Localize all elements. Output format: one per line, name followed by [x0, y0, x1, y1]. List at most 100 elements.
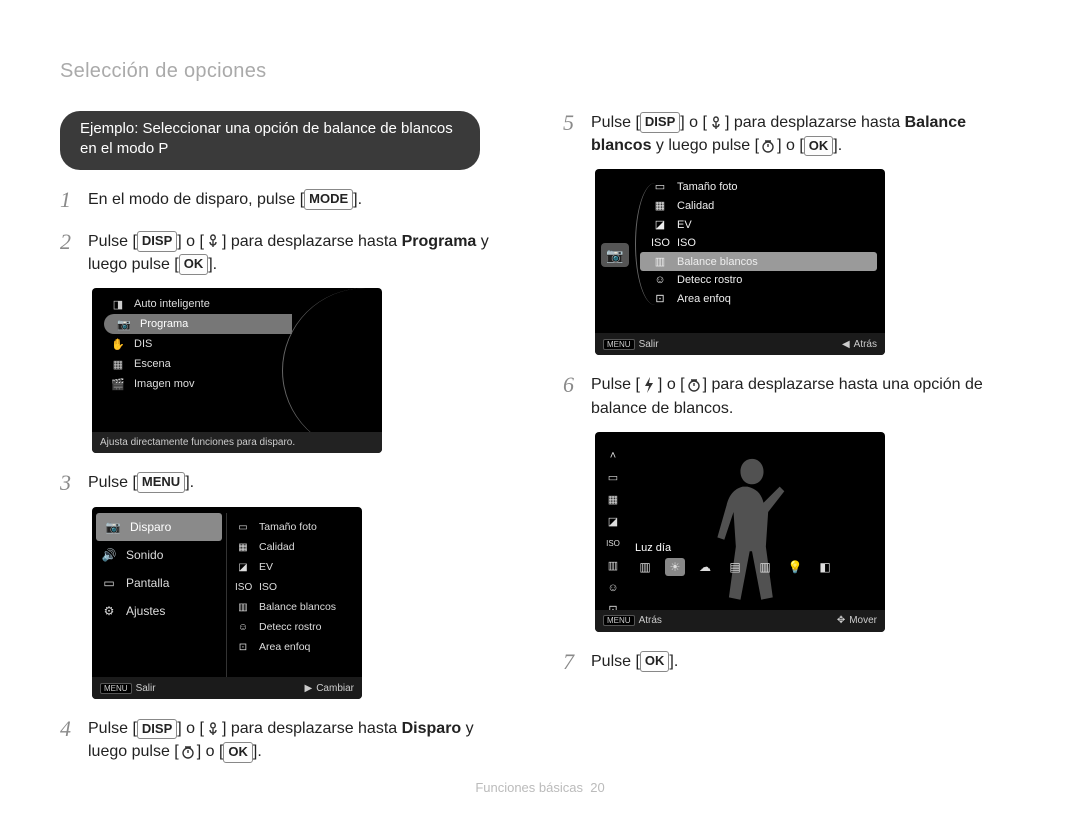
face-icon: ☺ — [235, 622, 251, 633]
label: Ajustes — [126, 604, 165, 618]
sound-icon: 🔊 — [100, 547, 118, 563]
label: Tamaño foto — [677, 181, 738, 193]
status-exit: MENUSalir — [100, 683, 156, 694]
menu-right-item: ☺ Detecc rostro — [227, 617, 362, 637]
timer-icon — [685, 377, 703, 393]
submenu-screen: 📷 ▭Tamaño foto ▦Calidad ◪EV ISOISO ▥Bala… — [595, 169, 885, 355]
step-number: 3 — [60, 471, 88, 495]
menu-key-icon: MENU — [603, 339, 635, 350]
status-exit: MENU Salir — [603, 339, 659, 350]
focus-icon: ⊡ — [235, 642, 251, 653]
menu-left-ajustes: ⚙Ajustes — [92, 597, 226, 625]
label: Detecc rostro — [677, 274, 742, 286]
face-icon: ☺ — [603, 580, 623, 596]
label: Auto inteligente — [134, 298, 210, 310]
label: EV — [259, 561, 273, 573]
size-icon: ▭ — [603, 470, 623, 486]
disp-button-label: DISP — [137, 231, 177, 252]
ev-icon: ◪ — [603, 514, 623, 530]
macro-icon — [707, 115, 725, 131]
page-title: Selección de opciones — [60, 60, 1020, 83]
text: Pulse [ — [591, 653, 640, 670]
text: y luego pulse [ — [651, 137, 759, 154]
ev-icon: ◪ — [235, 562, 251, 573]
camera-icon: 📷 — [104, 519, 122, 535]
menu-right-item: ◪ EV — [227, 557, 362, 577]
label: Area enfoq — [259, 641, 310, 653]
label: Pantalla — [126, 576, 169, 590]
status-back: MENUAtrás — [603, 615, 662, 626]
label: Detecc rostro — [259, 621, 321, 633]
step-target: Programa — [402, 233, 477, 250]
step-6: 6 Pulse [] o [] para desplazarse hasta u… — [563, 373, 1020, 419]
label: Atrás — [854, 339, 877, 350]
submenu-item: ▭Tamaño foto — [643, 177, 885, 196]
label: Area enfoq — [677, 293, 731, 305]
label: Salir — [639, 339, 659, 350]
camera-icon: 📷 — [601, 243, 629, 267]
step-number: 1 — [60, 188, 88, 212]
label: DIS — [134, 338, 152, 350]
label: Calidad — [259, 541, 295, 553]
label: Salir — [136, 683, 156, 694]
ok-button-label: OK — [640, 651, 670, 672]
macro-icon — [204, 233, 222, 249]
label: Mover — [849, 615, 877, 626]
step-number: 2 — [60, 230, 88, 254]
text: Pulse [ — [88, 233, 137, 250]
flash-icon — [640, 377, 658, 393]
ok-button-label: OK — [179, 254, 209, 275]
quality-icon: ▦ — [603, 492, 623, 508]
text: ]. — [833, 137, 842, 154]
wb-daylight-icon: ☀ — [665, 558, 685, 576]
wb-screen: ˄ ▭ ▦ ◪ ISO ▥ ☺ ⊡ ˅ Luz día ▥ ☀ ☁ ▤ ▥ — [595, 432, 885, 632]
wb-tungsten-icon: 💡 — [785, 558, 805, 576]
wb-icon: ▥ — [603, 558, 623, 574]
menu-right-item: ▥Balance blancos — [227, 597, 362, 617]
label: Calidad — [677, 200, 714, 212]
menu-right-item: ▦ Calidad — [227, 537, 362, 557]
text: ] para desplazarse hasta — [725, 114, 905, 131]
ok-button-label: OK — [804, 136, 834, 157]
label: Atrás — [639, 615, 662, 626]
step-1: 1 En el modo de disparo, pulse [MODE]. — [60, 188, 517, 212]
status-back: ◀ Atrás — [842, 339, 877, 350]
wb-selected-label: Luz día — [635, 542, 671, 554]
scene-icon: ▦ — [110, 357, 126, 371]
footer-section: Funciones básicas — [475, 780, 583, 795]
wb-fluoresc-h-icon: ▤ — [725, 558, 745, 576]
menu-left-disparo: 📷Disparo — [96, 513, 222, 541]
example-pill: Ejemplo: Seleccionar una opción de balan… — [60, 111, 480, 170]
mode-button-label: MODE — [304, 189, 353, 210]
step-3: 3 Pulse [MENU]. — [60, 471, 517, 495]
size-icon: ▭ — [235, 522, 251, 533]
label: Balance blancos — [259, 601, 336, 613]
ok-button-label: OK — [223, 742, 253, 763]
step-number: 5 — [563, 111, 591, 135]
mode-help-text: Ajusta directamente funciones para dispa… — [92, 432, 382, 453]
left-arrow-icon: ◀ — [842, 339, 850, 350]
step-number: 6 — [563, 373, 591, 397]
display-icon: ▭ — [100, 575, 118, 591]
label: ISO — [259, 581, 277, 593]
step-2: 2 Pulse [DISP] o [] para desplazarse has… — [60, 230, 517, 276]
status-change: ▶Cambiar — [305, 683, 355, 694]
wb-cloudy-icon: ☁ — [695, 558, 715, 576]
step-4: 4 Pulse [DISP] o [] para desplazarse has… — [60, 717, 517, 763]
iso-icon: ISO — [603, 536, 623, 552]
label: Escena — [134, 358, 171, 370]
label: EV — [677, 219, 692, 231]
camera-icon: 📷 — [116, 317, 132, 331]
menu-right-item: ISOISO — [227, 577, 362, 597]
wb-auto-icon: ▥ — [635, 558, 655, 576]
text: ] o [ — [680, 114, 707, 131]
label: Tamaño foto — [259, 521, 317, 533]
quality-icon: ▦ — [235, 542, 251, 553]
step-number: 7 — [563, 650, 591, 674]
timer-icon — [179, 744, 197, 760]
right-arrow-icon: ▶ — [305, 683, 313, 694]
submenu-item: ☺Detecc rostro — [643, 271, 885, 289]
menu-screen: 📷Disparo 🔊Sonido ▭Pantalla ⚙Ajustes ▭Tam… — [92, 507, 362, 699]
left-column: Ejemplo: Seleccionar una opción de balan… — [60, 111, 517, 764]
submenu-item: ⊡Area enfoq — [643, 289, 885, 308]
